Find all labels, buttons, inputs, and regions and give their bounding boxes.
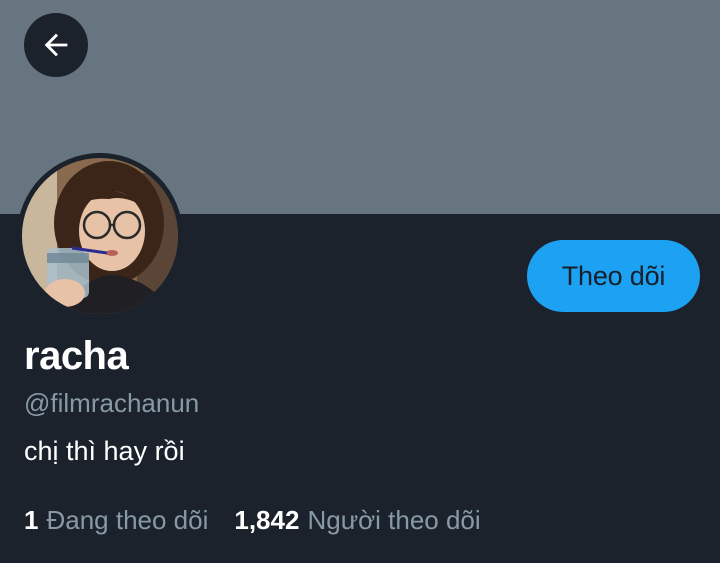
following-label: Đang theo dõi xyxy=(46,505,209,535)
display-name: racha xyxy=(24,334,129,378)
following-stat[interactable]: 1 Đang theo dõi xyxy=(24,505,208,536)
profile-stats: 1 Đang theo dõi 1,842 Người theo dõi xyxy=(24,505,507,536)
profile-bio: chị thì hay rồi xyxy=(24,436,185,466)
user-handle: @filmrachanun xyxy=(24,388,200,418)
followers-count: 1,842 xyxy=(234,505,300,535)
back-button[interactable] xyxy=(24,13,88,77)
follow-button[interactable]: Theo dõi xyxy=(527,240,700,312)
profile-photo xyxy=(17,153,183,319)
followers-label: Người theo dõi xyxy=(307,505,481,535)
avatar[interactable] xyxy=(17,153,183,319)
following-count: 1 xyxy=(24,505,39,535)
arrow-left-icon xyxy=(44,33,68,57)
followers-stat[interactable]: 1,842 Người theo dõi xyxy=(234,505,480,536)
